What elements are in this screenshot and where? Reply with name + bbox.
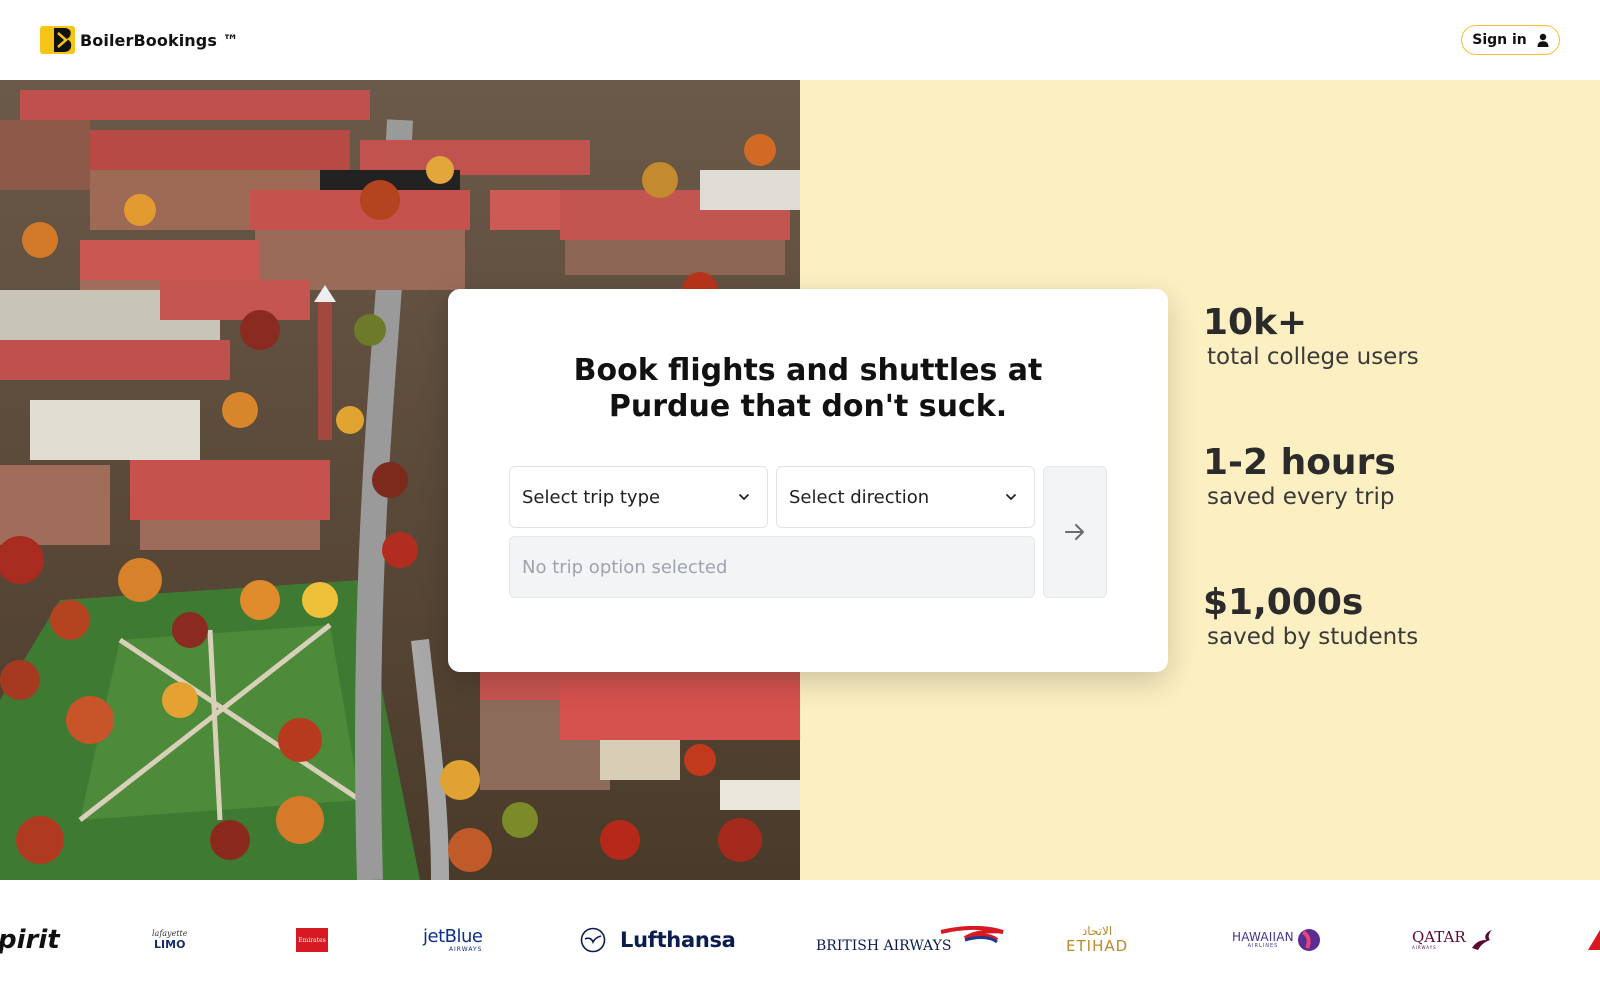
- hawaiian-pualani-icon: [1297, 929, 1320, 951]
- qatar-airways-logo: QATAR AIRWAYS: [1412, 880, 1494, 1000]
- partial-airline-logo: [1588, 880, 1600, 1000]
- stat-users: 10k+ total college users: [1203, 303, 1419, 371]
- qatar-oryx-icon: [1471, 930, 1492, 950]
- stat-time-saved: 1-2 hours saved every trip: [1203, 443, 1396, 511]
- submit-arrow-button[interactable]: [1043, 466, 1107, 598]
- headline-line-1: Book flights and shuttles at: [573, 353, 1043, 388]
- airline-logos-strip: pirit lafayette LIMO Emirates jetBlue AI…: [0, 880, 1600, 1000]
- spirit-logo: pirit: [0, 925, 60, 955]
- trip-type-select[interactable]: Select trip type: [509, 466, 768, 528]
- stat-label: total college users: [1207, 344, 1419, 370]
- brand-logo[interactable]: BoilerBookings ™: [40, 26, 239, 54]
- british-airways-logo: BRITISH AIRWAYS: [816, 880, 1005, 1000]
- chevron-down-icon: [1006, 494, 1016, 501]
- chevron-down-icon: [739, 494, 749, 501]
- stat-label: saved by students: [1207, 624, 1419, 650]
- jetblue-logo: jetBlue AIRWAYS: [423, 925, 483, 953]
- lufthansa-logo: Lufthansa: [580, 880, 736, 1000]
- hawaiian-airlines-logo: HAWAIIAN AIRLINES: [1232, 880, 1321, 1000]
- booking-card: Book flights and shuttles at Purdue that…: [448, 289, 1168, 672]
- stat-value: 1-2 hours: [1203, 442, 1396, 483]
- user-icon: [1537, 33, 1549, 47]
- trip-type-value: Select trip type: [522, 486, 661, 508]
- direction-value: Select direction: [789, 486, 930, 508]
- brand-name: BoilerBookings ™: [80, 30, 239, 50]
- stat-money-saved: $1,000s saved by students: [1203, 583, 1418, 651]
- emirates-logo: Emirates: [296, 880, 328, 1000]
- lufthansa-crane-icon: [580, 927, 606, 953]
- british-airways-ribbon-icon: [940, 926, 1005, 944]
- logo-icon: [40, 26, 75, 54]
- direction-select[interactable]: Select direction: [776, 466, 1035, 528]
- sign-in-label: Sign in: [1472, 32, 1527, 48]
- arrow-right-icon: [1065, 524, 1084, 540]
- stat-label: saved every trip: [1207, 484, 1395, 510]
- stat-value: 10k+: [1203, 302, 1308, 343]
- trip-option-status: No trip option selected: [522, 556, 728, 578]
- trip-option-display: No trip option selected: [509, 536, 1035, 598]
- stat-value: $1,000s: [1203, 582, 1364, 623]
- etihad-logo: الاتحاد ETIHAD: [1066, 924, 1129, 955]
- headline-line-2: Purdue that don't suck.: [608, 389, 1008, 424]
- lafayette-limo-logo: lafayette LIMO: [152, 929, 188, 951]
- sign-in-button[interactable]: Sign in: [1461, 25, 1560, 55]
- hero-headline: Book flights and shuttles at Purdue that…: [448, 353, 1168, 425]
- top-header: BoilerBookings ™ Sign in: [0, 0, 1600, 80]
